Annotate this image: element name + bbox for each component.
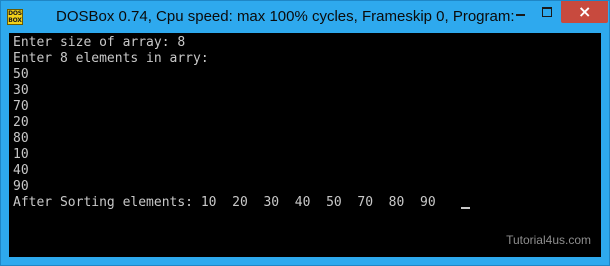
console-line: 70 (13, 99, 29, 114)
window-title: DOSBox 0.74, Cpu speed: max 100% cycles,… (56, 8, 515, 25)
console-line: 40 (13, 163, 29, 178)
close-button[interactable]: × (561, 1, 608, 23)
maximize-button[interactable] (534, 1, 561, 23)
console-line: Enter size of array: 8 (13, 35, 186, 50)
minimize-button[interactable] (507, 1, 534, 23)
console-line: 50 (13, 67, 29, 82)
console-line: 80 (13, 131, 29, 146)
console-line: 20 (13, 115, 29, 130)
console-line: 10 (13, 147, 29, 162)
text-cursor (461, 207, 470, 209)
dosbox-window: DOS BOX DOSBox 0.74, Cpu speed: max 100%… (0, 0, 610, 266)
console-line: 30 (13, 83, 29, 98)
dos-console[interactable]: Enter size of array: 8 Enter 8 elements … (9, 33, 601, 257)
console-line: After Sorting elements: 10 20 30 40 50 7… (13, 195, 436, 210)
console-line: Enter 8 elements in arry: (13, 51, 209, 66)
title-bar[interactable]: DOS BOX DOSBox 0.74, Cpu speed: max 100%… (1, 1, 609, 33)
dosbox-app-icon[interactable]: DOS BOX (7, 9, 23, 25)
minimize-icon (516, 14, 525, 16)
maximize-icon (542, 7, 552, 17)
console-line: 90 (13, 179, 29, 194)
watermark: Tutorial4us.com (506, 233, 591, 247)
close-icon: × (578, 2, 592, 21)
